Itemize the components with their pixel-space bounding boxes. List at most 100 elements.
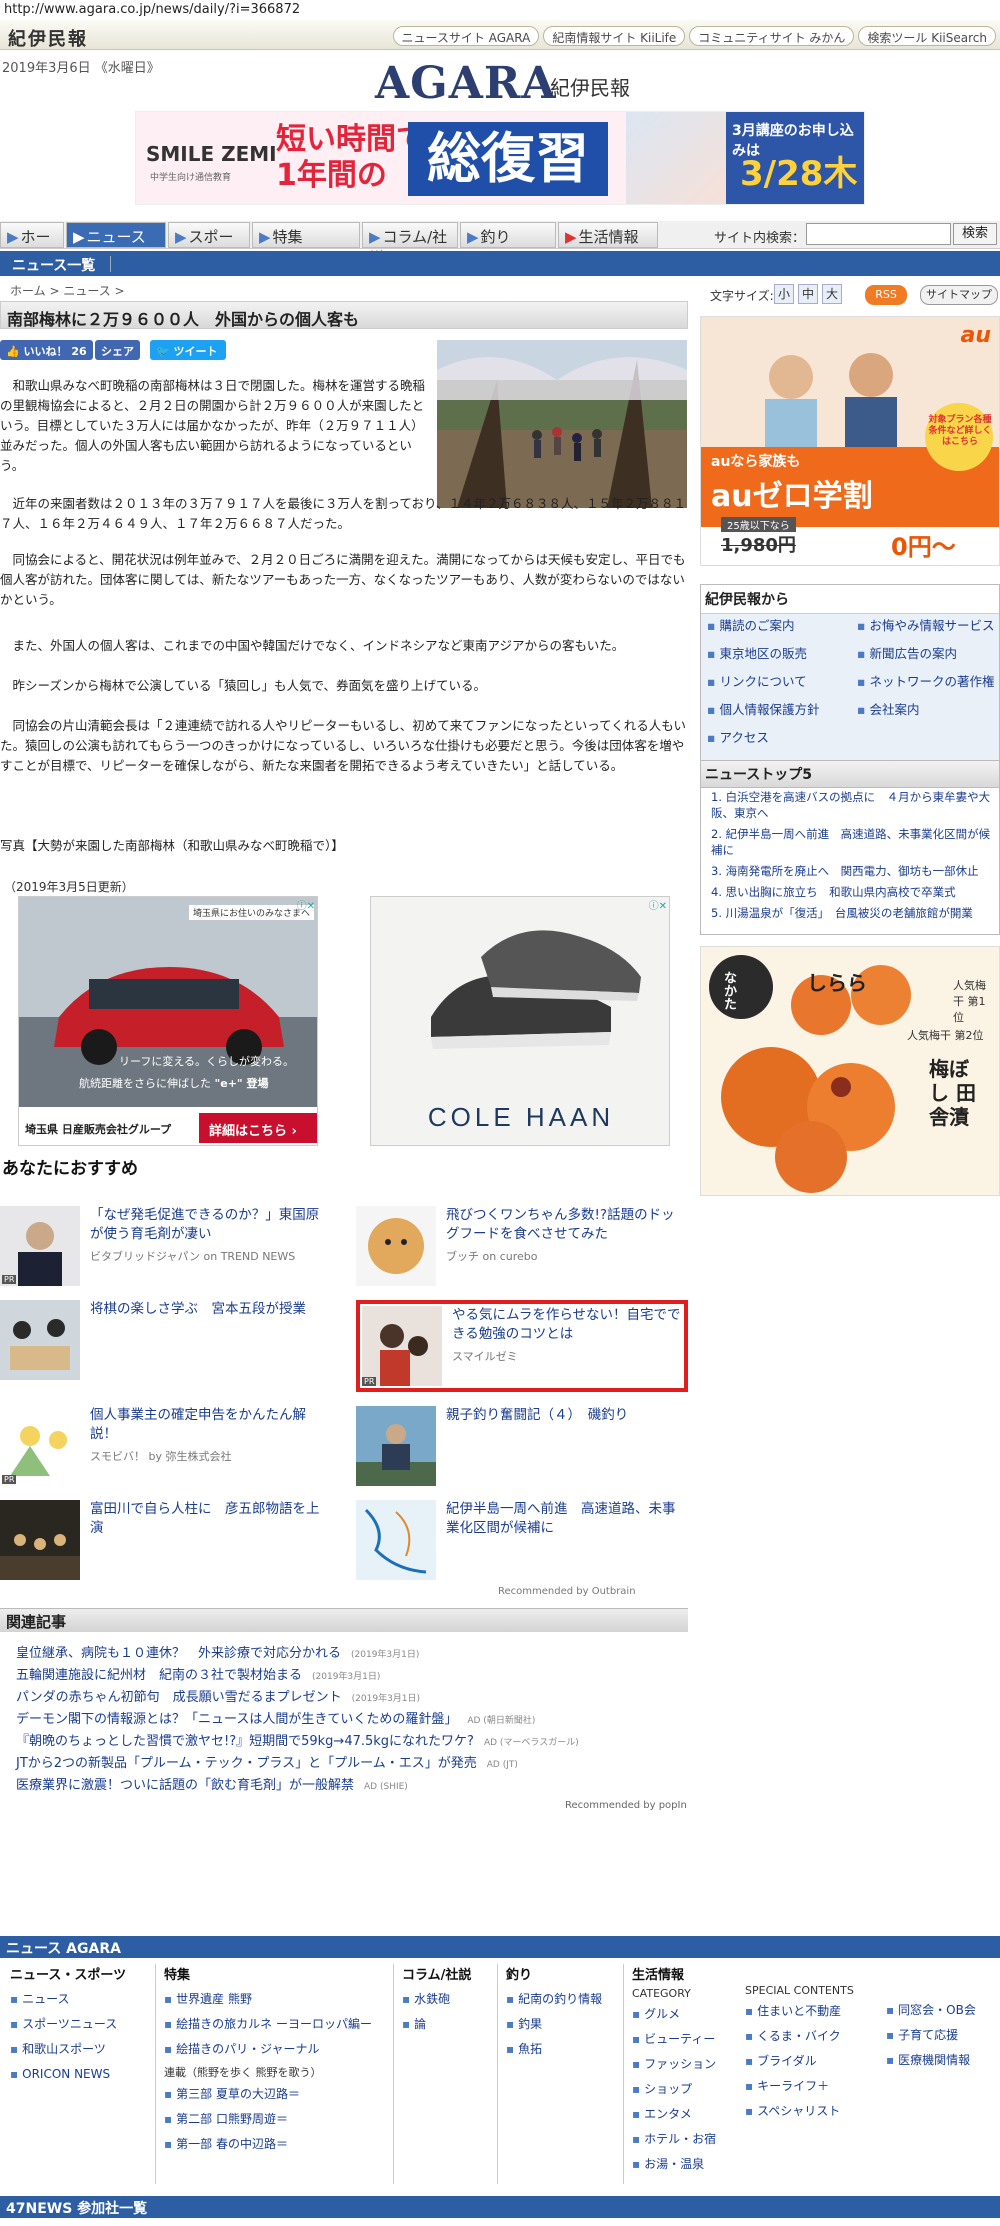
list-item[interactable]: 紀伊半島一周へ前進 高速道路、未事業化区間が候補に [356, 1500, 686, 1580]
thumbnail [356, 1500, 436, 1580]
footer-col-life: 生活情報 CATEGORY グルメ ビューティー ファッション ショップ エンタ… [632, 1964, 716, 2177]
link-about-links[interactable]: リンクについて [707, 671, 806, 690]
footer-link[interactable]: ブライダル [745, 2049, 854, 2074]
list-item[interactable]: PR 「なぜ発毛促進できるのか？」東国原が使う育毛剤が凄い ビタブリッドジャパン… [0, 1206, 330, 1286]
facebook-share-button[interactable]: シェア [95, 340, 140, 360]
search-button[interactable]: 検索 [953, 223, 997, 245]
tab-features[interactable]: ▶ 特集 [252, 222, 360, 248]
related-item[interactable]: 五輪関連施設に紀州材 紀南の３社で製材始まる (2019年3月1日) [16, 1664, 380, 1683]
footer-link[interactable]: 同窓会・OB会 [886, 1998, 976, 2023]
au-badge[interactable]: 対象プラン各種条件など詳しくはこちら [927, 415, 993, 448]
footer-link[interactable]: ホテル・お宿 [632, 2127, 716, 2152]
au-ad[interactable]: au auなら家族も auゼロ学割 対象プラン各種条件など詳しくはこちら 25歳… [700, 316, 1000, 566]
footer-link[interactable]: ORICON NEWS [10, 2062, 126, 2087]
footer-link[interactable]: 水鉄砲 [402, 1987, 471, 2012]
top-link-agara[interactable]: ニュースサイト AGARA [392, 26, 540, 46]
link-tokyo-sales[interactable]: 東京地区の販売 [707, 643, 807, 662]
footer-link[interactable]: ビューティー [632, 2027, 716, 2052]
related-item[interactable]: 医療業界に激震！ついに話題の「飲む育毛剤」が一般解禁 AD (SHIE) [16, 1774, 408, 1793]
top5-item[interactable]: 5. 川湯温泉が「復活」 台風被災の老舗旅館が開業 [711, 905, 996, 921]
tab-life[interactable]: ▶ 生活情報 [558, 222, 658, 248]
link-copyright[interactable]: ネットワークの著作権 [857, 671, 994, 690]
footer-link[interactable]: 魚拓 [506, 2037, 602, 2062]
banner-ad-smile-zemi[interactable]: SMILE ZEMI 中学生向け通信教育 短い時間で 1年間の 総復習 3月講座の… [135, 111, 865, 205]
address-bar[interactable]: http://www.agara.co.jp/news/daily/?i=366… [0, 0, 1000, 20]
tab-home[interactable]: ▶ホーム [0, 222, 64, 267]
search-input[interactable] [806, 223, 951, 245]
related-item[interactable]: デーモン閣下の情報源とは？「ニュースは人間が生きていくための羅針盤」 AD (朝日… [16, 1708, 535, 1727]
footer-link[interactable]: 紀南の釣り情報 [506, 1987, 602, 2012]
related-item[interactable]: 皇位継承、病院も１０連休？ 外来診療で対応分かれる (2019年3月1日) [16, 1642, 419, 1661]
list-item[interactable]: PR 個人事業主の確定申告をかんたん解説！ スモビバ！ by 弥生株式会社 [0, 1406, 330, 1486]
footer-link[interactable]: 住まいと不動産 [745, 1999, 854, 2024]
footer-link[interactable]: 絵描きのパリ・ジャーナル [164, 2037, 372, 2062]
link-subscribe[interactable]: 購読のご案内 [707, 615, 794, 634]
top-link-kiisearch[interactable]: 検索ツール KiiSearch [858, 26, 996, 46]
list-item[interactable]: 富田川で自ら人柱に 彦五郎物語を上演 [0, 1500, 330, 1580]
footer-link[interactable]: 医療機関情報 [886, 2048, 976, 2073]
list-item[interactable]: 親子釣り奮闘記（４） 磯釣り [356, 1406, 686, 1486]
footer-link[interactable]: 世界遺産 熊野 [164, 1987, 372, 2012]
umeboshi-ad[interactable]: なかた しらら 人気梅干 第2位 梅ぼし 田舎漬 人気梅干 第1位 [700, 946, 1000, 1196]
link-privacy[interactable]: 個人情報保護方針 [707, 699, 819, 718]
footer-link[interactable]: 第三部 夏草の大辺路＝ [164, 2082, 372, 2107]
breadcrumb[interactable]: ホーム > ニュース > [10, 282, 125, 299]
top5-item[interactable]: 1. 白浜空港を高速バスの拠点に ４月から東牟婁や大阪、東京へ [711, 789, 996, 821]
list-item[interactable]: 飛びつくワンちゃん多数!?話題のドッグフードを食べさせてみた ブッチ on cu… [356, 1206, 686, 1286]
footer-link[interactable]: キーライフ＋ [745, 2074, 854, 2099]
agara-logo[interactable]: AGARA [375, 58, 557, 109]
kii-minpo-links: 紀伊民報から 購読のご案内 お悔やみ情報サービス 東京地区の販売 新聞広告の案内… [700, 584, 1000, 762]
font-size-large-button[interactable]: 大 [822, 284, 842, 304]
outbrain-credit[interactable]: Recommended by Outbrain [498, 1586, 636, 1597]
top5-item[interactable]: 4. 思い出胸に旅立ち 和歌山県内高校で卒業式 [711, 884, 996, 900]
footer-link[interactable]: エンタメ [632, 2102, 716, 2127]
footer-link[interactable]: 釣果 [506, 2012, 602, 2037]
tab-fishing[interactable]: ▶ 釣り [460, 222, 556, 248]
footer-link[interactable]: グルメ [632, 2002, 716, 2027]
nissan-detail-button[interactable]: 詳細はこちら › [209, 1120, 297, 1139]
top-link-mikan[interactable]: コミュニティサイト みかん [689, 26, 855, 46]
top5-item[interactable]: 2. 紀伊半島一周へ前進 高速道路、未事業化区間が候補に [711, 826, 996, 858]
link-access[interactable]: アクセス [707, 727, 768, 746]
tab-sports[interactable]: ▶スポーツ [168, 222, 250, 267]
footer-link[interactable]: スポーツニュース [10, 2012, 126, 2037]
footer-link[interactable]: ショップ [632, 2077, 716, 2102]
facebook-like-button[interactable]: 👍 いいね！ 26 [0, 340, 93, 360]
footer-link[interactable]: 第一部 春の中辺路＝ [164, 2132, 372, 2157]
link-obituary[interactable]: お悔やみ情報サービス [857, 615, 994, 634]
tweet-button[interactable]: 🐦 ツイート [150, 340, 226, 360]
footer-link[interactable]: 第二部 口熊野周遊＝ [164, 2107, 372, 2132]
footer-link[interactable]: 子育て応援 [886, 2023, 976, 2048]
ad-choices-icon[interactable]: ⓘ✕ [297, 897, 315, 912]
footer-link[interactable]: くるま・バイク [745, 2024, 854, 2049]
site-logo[interactable]: 紀伊民報 [8, 25, 88, 51]
colehaan-ad[interactable]: COLE HAAN ⓘ✕ [370, 896, 670, 1146]
top5-item[interactable]: 3. 海南発電所を廃止へ 関西電力、御坊も一部休止 [711, 863, 996, 879]
font-size-small-button[interactable]: 小 [774, 284, 794, 304]
popin-credit[interactable]: Recommended by popIn [565, 1800, 687, 1811]
footer-link[interactable]: お湯・温泉 [632, 2152, 716, 2177]
footer-link[interactable]: 絵描きの旅カルネ ーヨーロッパ編ー [164, 2012, 372, 2037]
footer-link[interactable]: 和歌山スポーツ [10, 2037, 126, 2062]
tab-news[interactable]: ▶ ニュース [66, 222, 166, 248]
list-item-highlighted[interactable]: PR やる気にムラを作らせない！自宅でできる勉強のコツとは スマイルゼミ [356, 1300, 688, 1392]
link-ad-guide[interactable]: 新聞広告の案内 [857, 643, 957, 662]
rss-button[interactable]: RSS [865, 285, 907, 305]
footer-link[interactable]: 論 [402, 2012, 471, 2037]
news-list-link[interactable]: ニュース一覧 [12, 255, 95, 275]
sitemap-button[interactable]: サイトマップ [920, 285, 998, 305]
nissan-ad[interactable]: 埼玉県にお住いのみなさまへ リーフに変える。くらしが変わる。 航続距離をさらに伸… [18, 896, 318, 1146]
footer-link[interactable]: ファッション [632, 2052, 716, 2077]
related-item[interactable]: 『朝晩のちょっとした習慣で激ヤセ!?』短期間で59kg→47.5kgになれたワケ… [16, 1730, 579, 1749]
related-item[interactable]: JTから2つの新製品「プルーム・テック・プラス」と「プルーム・エス」が発売 AD … [16, 1752, 518, 1771]
related-item[interactable]: パンダの赤ちゃん初節句 成長願い雪だるまプレゼント (2019年3月1日) [16, 1686, 420, 1705]
font-size-medium-button[interactable]: 中 [798, 284, 818, 304]
footer-link[interactable]: スペシャリスト [745, 2099, 854, 2124]
footer-47news[interactable]: 47NEWS 参加社一覧 [0, 2196, 1000, 2218]
list-item[interactable]: 将棋の楽しさ学ぶ 宮本五段が授業 [0, 1300, 330, 1380]
footer-link[interactable]: ニュース [10, 1987, 126, 2012]
tab-column[interactable]: ▶コラム/社説 [362, 222, 458, 267]
ad-choices-icon[interactable]: ⓘ✕ [649, 897, 667, 912]
link-company[interactable]: 会社案内 [857, 699, 919, 718]
top-link-kiilife[interactable]: 紀南情報サイト KiiLife [543, 26, 686, 46]
